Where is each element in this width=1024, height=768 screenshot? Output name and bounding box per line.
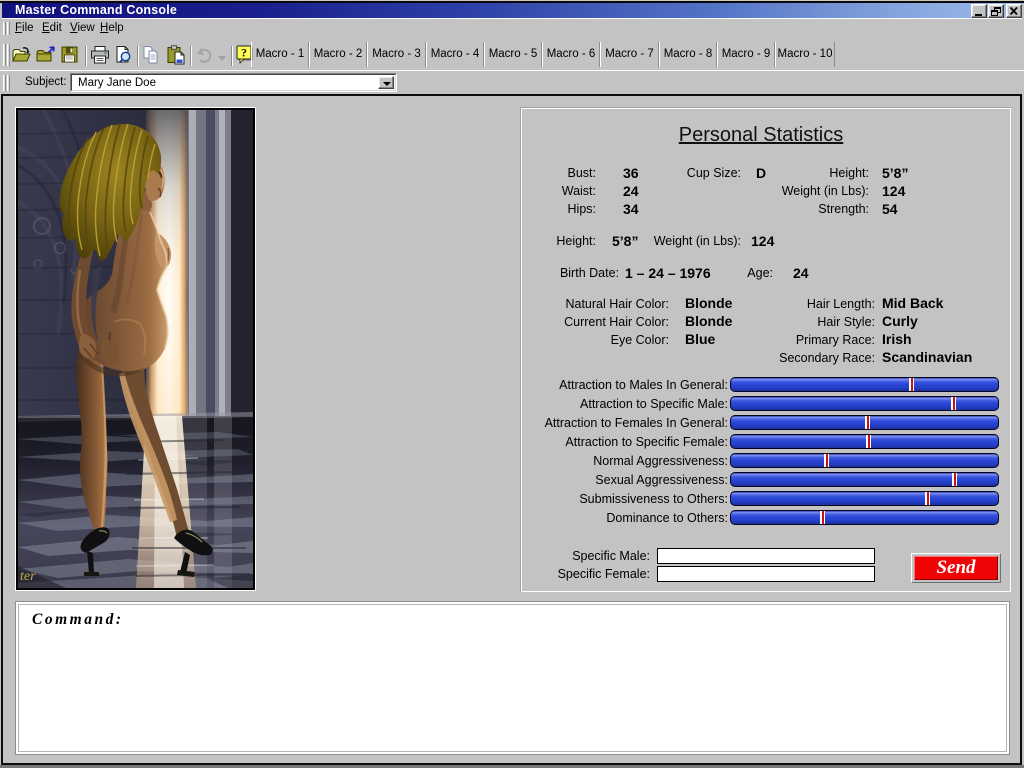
svg-text:?: ?: [241, 46, 247, 60]
svg-text:ter: ter: [20, 569, 36, 584]
